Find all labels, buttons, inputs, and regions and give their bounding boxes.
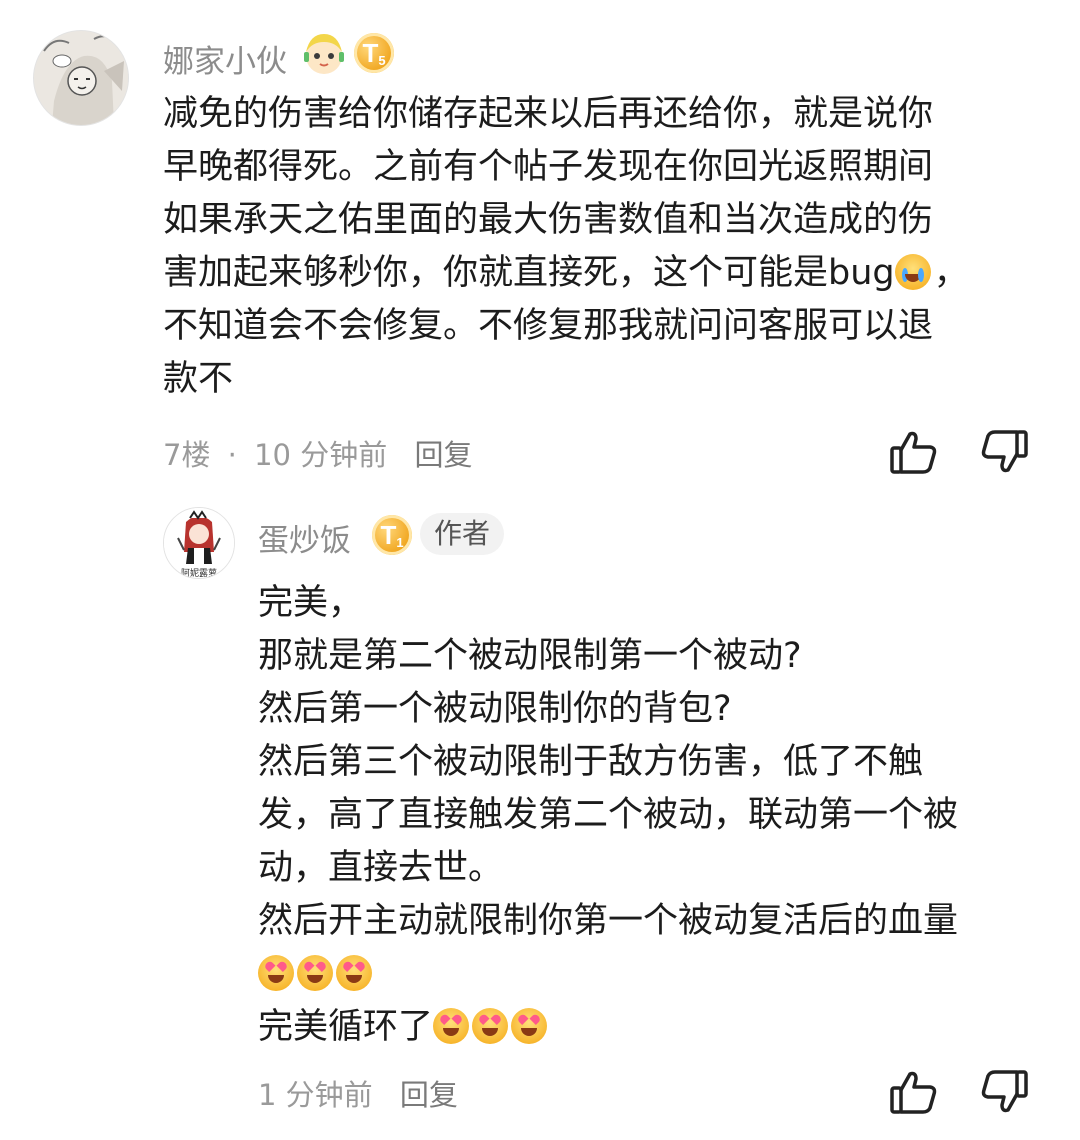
dislike-thumbs-down-icon[interactable] — [978, 1066, 1030, 1118]
heart-eyes-emoji-icon — [258, 955, 294, 991]
heart-eyes-emoji-icon — [472, 1008, 509, 1044]
comment-line: 不知道会不会修复。不修复那我就问问客服可以退 — [163, 306, 934, 346]
author-tag: 作者 — [420, 513, 505, 555]
timestamp: 10 分钟前 — [254, 438, 388, 472]
separator: · — [227, 438, 237, 472]
comment-line: 款不 — [163, 359, 234, 399]
reply-button[interactable]: 回复 — [400, 1078, 458, 1112]
comment-meta: 7楼 · 10 分钟前 回复 — [163, 432, 472, 474]
reply-line: 发，高了直接触发第二个被动，联动第一个被 — [258, 795, 959, 835]
heart-eyes-emoji-icon — [336, 955, 372, 991]
username[interactable]: 娜家小伙 — [163, 36, 287, 81]
comment-line: 早晚都得死。之前有个帖子发现在你回光返照期间 — [163, 147, 934, 187]
reply-line: 完美， — [258, 583, 364, 623]
comment-line-with-emoji: 害加起来够秒你，你就直接死，这个可能是bug， — [163, 253, 969, 293]
author-avatar[interactable]: 阿妮露萝 — [163, 507, 235, 579]
username[interactable]: 蛋炒饭 — [258, 515, 351, 560]
avatar-caption: 阿妮露萝 — [180, 569, 217, 579]
reply-line: 那就是第二个被动限制第一个被动? — [258, 636, 802, 676]
comment-line: 如果承天之佑里面的最大伤害数值和当次造成的伤 — [163, 200, 934, 240]
comment-body: 减免的伤害给你储存起来以后再还给你，就是说你 早晚都得死。之前有个帖子发现在你回… — [163, 88, 969, 406]
character-avatar-icon — [300, 30, 348, 78]
heart-eyes-emoji-icon — [433, 1008, 470, 1044]
level-badge: T1 — [372, 515, 412, 555]
reply-line-with-emoji: 完美循环了 — [258, 1001, 958, 1054]
reply-line: 然后第三个被动限制于敌方伤害，低了不触 — [258, 742, 924, 782]
comment-line: 减免的伤害给你储存起来以后再还给你，就是说你 — [163, 94, 934, 134]
emoji-line — [258, 948, 958, 1001]
heart-eyes-emoji-icon — [297, 955, 333, 991]
reply-line: 然后开主动就限制你第一个被动复活后的血量 — [258, 901, 959, 941]
like-thumbs-up-icon[interactable] — [888, 1066, 940, 1118]
heart-eyes-emoji-icon — [511, 1008, 548, 1044]
level-badge: T5 — [354, 33, 394, 73]
floor-number: 7楼 — [163, 438, 211, 472]
reply-line: 然后第一个被动限制你的背包? — [258, 689, 732, 729]
reply-body: 完美， 那就是第二个被动限制第一个被动? 然后第一个被动限制你的背包? 然后第三… — [258, 577, 958, 1054]
loudly-crying-emoji-icon — [894, 254, 931, 290]
dislike-thumbs-down-icon[interactable] — [978, 426, 1030, 478]
reply-meta: 1 分钟前 回复 — [258, 1072, 458, 1114]
reply-line: 动，直接去世。 — [258, 848, 504, 888]
like-thumbs-up-icon[interactable] — [888, 426, 940, 478]
reply-button[interactable]: 回复 — [414, 438, 472, 472]
timestamp: 1 分钟前 — [258, 1078, 373, 1112]
avatar-manga-illustration — [34, 31, 128, 125]
user-avatar[interactable] — [33, 30, 129, 126]
